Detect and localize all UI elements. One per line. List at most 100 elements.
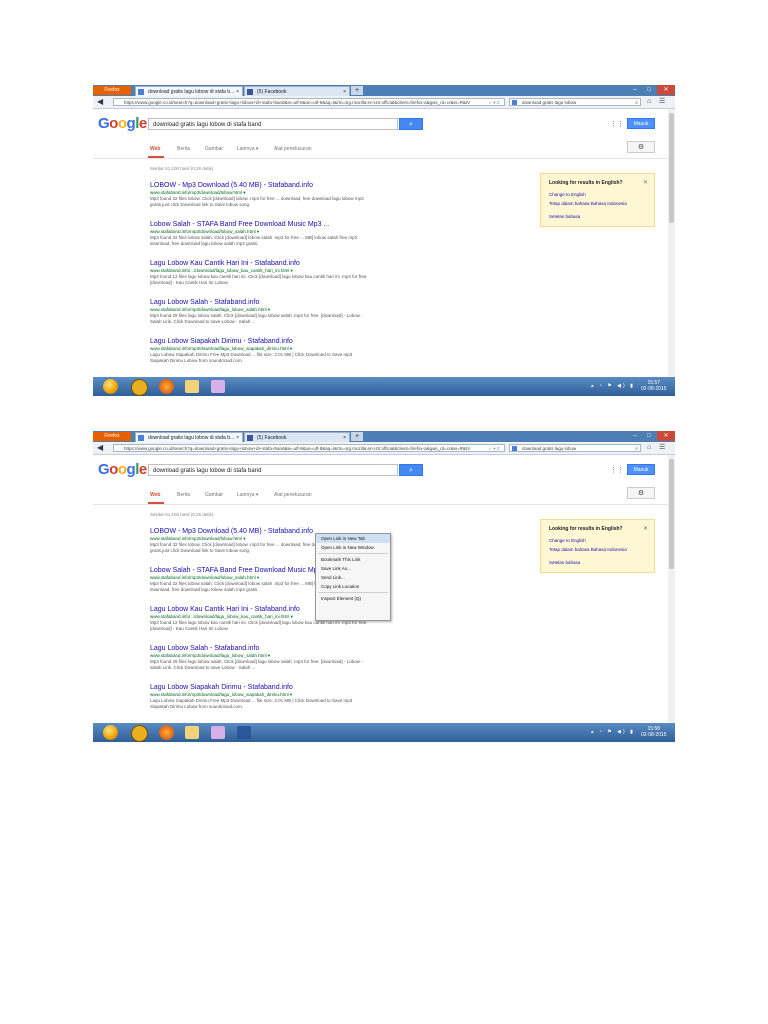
app-launcher-icon[interactable] [131,725,148,742]
system-tray-icons[interactable]: ▴ ◔ ⚑ ◀) ▮ [591,729,635,735]
scrollbar-thumb[interactable] [669,459,674,569]
menu-item-inspect-element[interactable]: Inspect Element (Q) [316,594,390,603]
tab-berita[interactable]: Berita [177,492,190,498]
vertical-scrollbar[interactable] [668,109,675,377]
browser-search-bar[interactable]: download gratis lagu lobow ⌕ [509,98,641,106]
result-snippet: Lagu Lobow Siapakah Dirimu Free Mp3 Down… [150,352,353,363]
result-item: Lagu Lobow Salah - Stafaband.info www.st… [150,298,480,337]
folder-icon[interactable] [185,726,199,739]
search-magnifier-icon[interactable]: ⌕ [635,99,638,105]
settings-gear-icon[interactable]: ⚙ [627,487,655,499]
google-search-button[interactable]: ⌕ [399,118,423,130]
language-settings-link[interactable]: Setelan bahasa [549,560,580,565]
tab-facebook[interactable]: (5) Facebook × [244,432,350,442]
change-to-english-link[interactable]: Change to English [549,538,586,543]
menu-item-open-new-window[interactable]: Open Link in New Window [316,543,390,552]
tab-web[interactable]: Web [150,492,160,498]
menu-item-bookmark-link[interactable]: Bookmark This Link [316,555,390,564]
firefox-taskbar-icon[interactable] [159,379,174,394]
close-window-button[interactable]: ✕ [657,431,675,441]
minimize-button[interactable]: – [629,85,641,95]
search-results: LOBOW - Mp3 Download (5.40 MB) - Stafaba… [150,181,480,376]
language-settings-link[interactable]: Setelan bahasa [549,214,580,219]
clock[interactable]: 15:57 02-08-2015 [641,380,667,392]
home-icon[interactable]: ⌂ [647,97,651,107]
vertical-scrollbar[interactable] [668,455,675,723]
sign-in-button[interactable]: Masuk [627,464,655,475]
system-tray-icons[interactable]: ▴ ◔ ⚑ ◀) ▮ [591,383,635,389]
clock[interactable]: 15:58 02-08-2015 [641,726,667,738]
start-orb-icon[interactable] [103,725,118,740]
new-tab-button[interactable]: + [351,86,363,95]
result-title-link[interactable]: Lagu Lobow Salah - Stafaband.info [150,644,480,653]
change-to-english-link[interactable]: Change to English [549,192,586,197]
screenshot-1: Firefox download gratis lagu lobow di st… [93,85,675,396]
bookmark-star-icon[interactable]: ☆ ▾ C [488,445,500,451]
keep-indonesian-link[interactable]: Tetap dalam bahasa Bahasa Indonesia [549,547,627,552]
firefox-menu-button[interactable]: Firefox [93,86,131,95]
scrollbar-thumb[interactable] [669,113,674,223]
menu-item-save-link[interactable]: Save Link As... [316,564,390,573]
tab-gambar[interactable]: Gambar [205,146,223,152]
result-title-link[interactable]: Lagu Lobow Kau Cantik Hari Ini - Stafaba… [150,259,480,268]
paint-icon[interactable] [211,380,225,393]
tab-lainnya[interactable]: Lainnya ▾ [237,146,258,152]
result-title-link[interactable]: LOBOW - Mp3 Download (5.40 MB) - Stafaba… [150,181,480,190]
google-logo[interactable]: Google [98,461,147,478]
tab-web[interactable]: Web [150,146,160,152]
url-bar[interactable]: https://www.google.co.id/search?q=downlo… [113,444,505,452]
tab-facebook[interactable]: (5) Facebook × [244,86,350,96]
google-search-input[interactable]: download gratis lagu lobow di stafa band [148,118,398,130]
back-arrow-icon[interactable]: ◀ [97,443,103,453]
google-logo[interactable]: Google [98,115,147,132]
tab-alat-penelusuran[interactable]: Alat penelusuran [274,492,312,498]
close-icon[interactable]: ✕ [643,525,648,532]
tab-close-icon[interactable]: × [236,433,239,442]
menu-item-send-link[interactable]: Send Link... [316,573,390,582]
settings-gear-icon[interactable]: ⚙ [627,141,655,153]
folder-icon[interactable] [185,380,199,393]
maximize-button[interactable]: □ [643,431,655,441]
browser-search-bar[interactable]: download gratis lagu lobow ⌕ [509,444,641,452]
result-title-link[interactable]: Lagu Lobow Siapakah Dirimu - Stafaband.i… [150,683,480,692]
paint-icon[interactable] [211,726,225,739]
menu-item-open-new-tab[interactable]: Open Link in New Tab [316,534,390,543]
result-title-link[interactable]: Lagu Lobow Salah - Stafaband.info [150,298,480,307]
tab-alat-penelusuran[interactable]: Alat penelusuran [274,146,312,152]
result-title-link[interactable]: Lagu Lobow Siapakah Dirimu - Stafaband.i… [150,337,480,346]
google-search-button[interactable]: ⌕ [399,464,423,476]
start-orb-icon[interactable] [103,379,118,394]
firefox-menu-button[interactable]: Firefox [93,432,131,441]
tab-close-icon[interactable]: × [236,87,239,96]
close-window-button[interactable]: ✕ [657,85,675,95]
menu-icon[interactable]: ☰ [659,443,665,453]
result-title-link[interactable]: Lobow Salah - STAFA Band Free Download M… [150,220,480,229]
search-magnifier-icon[interactable]: ⌕ [635,445,638,451]
facebook-favicon-icon [247,89,253,95]
menu-item-copy-link[interactable]: Copy Link Location [316,582,390,591]
url-bar[interactable]: https://www.google.co.id/search?q=downlo… [113,98,505,106]
new-tab-button[interactable]: + [351,432,363,441]
tab-close-icon[interactable]: × [343,433,346,442]
tab-lainnya[interactable]: Lainnya ▾ [237,492,258,498]
back-arrow-icon[interactable]: ◀ [97,97,103,107]
tab-google-search[interactable]: download gratis lagu lobow di stafa b...… [135,432,243,442]
google-search-input[interactable]: download gratis lagu lobow di stafa band [148,464,398,476]
tab-close-icon[interactable]: × [343,87,346,96]
close-icon[interactable]: ✕ [643,179,648,186]
firefox-taskbar-icon[interactable] [159,725,174,740]
sign-in-button[interactable]: Masuk [627,118,655,129]
result-item: Lagu Lobow Salah - Stafaband.info www.st… [150,644,480,683]
tab-berita[interactable]: Berita [177,146,190,152]
tab-gambar[interactable]: Gambar [205,492,223,498]
minimize-button[interactable]: – [629,431,641,441]
google-results-page: Google download gratis lagu lobow di sta… [93,455,668,723]
keep-indonesian-link[interactable]: Tetap dalam bahasa Bahasa Indonesia [549,201,627,206]
tab-google-search[interactable]: download gratis lagu lobow di stafa b...… [135,86,243,96]
home-icon[interactable]: ⌂ [647,443,651,453]
bookmark-star-icon[interactable]: ☆ ▾ C [488,99,500,105]
menu-icon[interactable]: ☰ [659,97,665,107]
maximize-button[interactable]: □ [643,85,655,95]
word-icon[interactable] [237,726,251,739]
app-launcher-icon[interactable] [131,379,148,396]
